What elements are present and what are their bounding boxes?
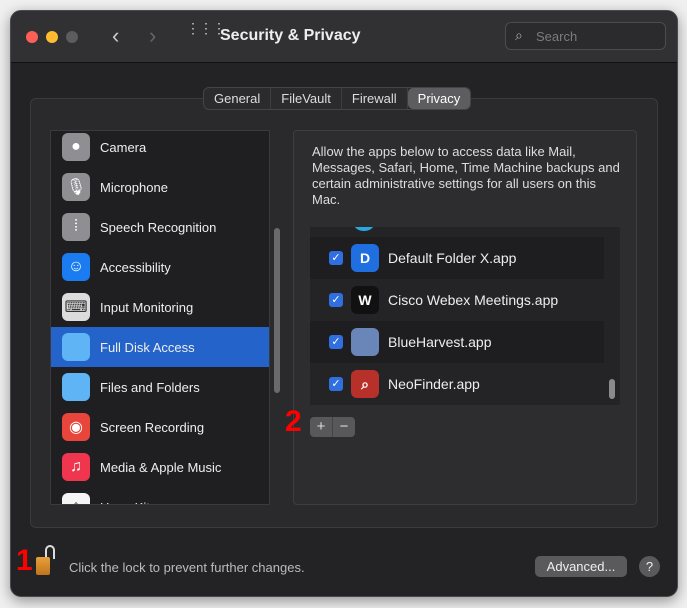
help-button[interactable]: ? [639,556,660,577]
sidebar-item-label: Camera [100,139,147,155]
sidebar-item-full-disk-access[interactable]: Full Disk Access [51,327,269,367]
app-checkbox[interactable]: ✓ [329,293,343,307]
sidebar-item-microphone[interactable]: 🎙 Microphone [51,167,269,207]
advanced-button[interactable]: Advanced... [535,556,627,577]
back-icon[interactable]: ‹ [112,23,119,49]
add-app-button[interactable]: + [310,417,333,437]
security-privacy-window: ‹ › ⋮⋮⋮ Security & Privacy ⌕ Search Gene… [10,10,678,597]
sidebar-item-label: Speech Recognition [100,219,217,235]
sidebar-item-label: Files and Folders [100,379,200,395]
sidebar-item-media-apple-music[interactable]: ♫ Media & Apple Music [51,447,269,487]
sidebar-scrollbar[interactable] [274,228,280,393]
tab-firewall[interactable]: Firewall [342,88,408,109]
unlocked-lock-icon[interactable] [36,545,58,577]
app-name: BlueHarvest.app [388,334,492,350]
search-input[interactable]: ⌕ Search [505,22,666,50]
camera-icon: ● [62,133,90,161]
app-name: Default Folder X.app [388,250,517,266]
app-checkbox[interactable]: ✓ [329,335,343,349]
sidebar-item-label: Input Monitoring [100,299,194,315]
sidebar-item-camera[interactable]: ● Camera [51,131,269,167]
app-checkbox[interactable]: ✓ [329,377,343,391]
sidebar-item-accessibility[interactable]: ☺ Accessibility [51,247,269,287]
tab-privacy[interactable]: Privacy [407,88,471,109]
app-icon [351,328,379,356]
window-title: Security & Privacy [220,27,361,44]
sidebar-item-homekit[interactable]: ⌂ HomeKit [51,487,269,505]
partial-app-icon [354,227,374,231]
app-list-scrollbar[interactable] [609,379,615,399]
sidebar-item-label: Screen Recording [100,419,205,435]
app-checkbox[interactable]: ✓ [329,251,343,265]
sidebar-item-input-monitoring[interactable]: ⌨ Input Monitoring [51,287,269,327]
sidebar-item-label: Media & Apple Music [100,459,222,475]
app-row[interactable]: ✓ ⌕ NeoFinder.app [310,363,604,405]
folder-icon [62,373,90,401]
accessibility-icon: ☺ [62,253,90,281]
sidebar-item-screen-recording[interactable]: ◉ Screen Recording [51,407,269,447]
app-row[interactable]: ✓ D Default Folder X.app [310,237,604,279]
close-button[interactable] [26,31,38,43]
app-name: Cisco Webex Meetings.app [388,292,559,308]
app-row[interactable]: ✓ BlueHarvest.app [310,321,604,363]
app-row[interactable]: ✓ W Cisco Webex Meetings.app [310,279,604,321]
keyboard-icon: ⌨ [62,293,90,321]
app-icon: D [351,244,379,272]
sidebar-item-speech-recognition[interactable]: ⦙ Speech Recognition [51,207,269,247]
sidebar-item-label: HomeKit [100,500,150,505]
sidebar-item-label: Microphone [100,179,168,195]
sidebar-item-label: Accessibility [100,259,171,275]
app-icon: W [351,286,379,314]
record-icon: ◉ [62,413,90,441]
music-icon: ♫ [62,453,90,481]
add-remove-control: + − [310,417,355,437]
annotation-marker-2: 2 [285,405,302,438]
folder-icon [62,333,90,361]
minimize-button[interactable] [46,31,58,43]
home-icon: ⌂ [62,493,90,504]
microphone-icon: 🎙 [62,173,90,201]
lock-status-text: Click the lock to prevent further change… [69,560,305,575]
sidebar-item-files-and-folders[interactable]: Files and Folders [51,367,269,407]
tab-bar: General FileVault Firewall Privacy [203,87,472,110]
tab-filevault[interactable]: FileVault [271,88,342,109]
app-access-panel: Allow the apps below to access data like… [293,130,637,505]
search-placeholder: Search [536,29,578,44]
privacy-category-list[interactable]: ● Camera 🎙 Microphone ⦙ Speech Recognition ☺ Ac… [50,130,270,505]
description-text: Allow the apps below to access data like… [312,144,620,207]
app-name: NeoFinder.app [388,376,480,392]
waveform-icon: ⦙ [62,213,90,241]
tab-general[interactable]: General [204,88,272,109]
app-icon: ⌕ [351,370,379,398]
zoom-button[interactable] [66,31,78,43]
search-icon: ⌕ [515,27,523,43]
app-list[interactable]: ✓ D Default Folder X.app ✓ W Cisco Webex Meet… [310,227,620,405]
sidebar-item-label: Full Disk Access [100,339,195,355]
forward-icon[interactable]: › [149,23,156,49]
annotation-marker-1: 1 [16,544,33,577]
remove-app-button[interactable]: − [333,417,355,437]
title-bar: ‹ › ⋮⋮⋮ Security & Privacy ⌕ Search [11,11,677,63]
